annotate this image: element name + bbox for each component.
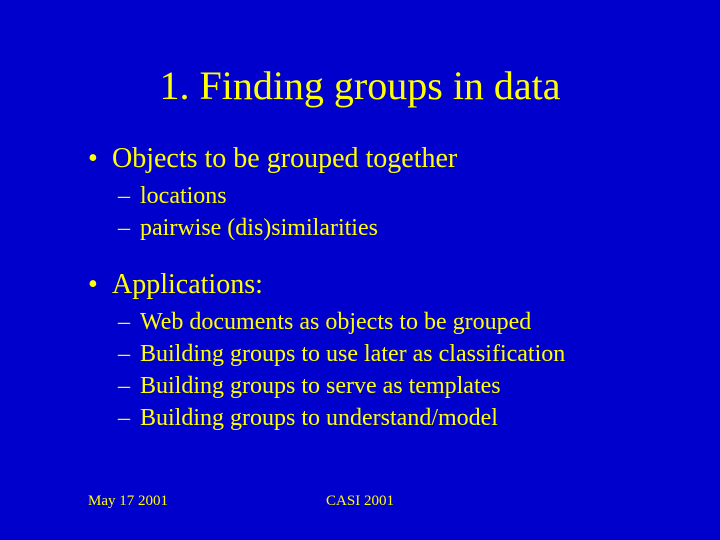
subbullet-text: pairwise (dis)similarities — [140, 215, 378, 241]
subbullet-templates: Building groups to serve as templates — [88, 371, 680, 401]
slide-title: 1. Finding groups in data — [0, 0, 720, 129]
bullet-text: Applications: — [112, 269, 263, 300]
slide: 1. Finding groups in data Objects to be … — [0, 0, 720, 540]
slide-body: Objects to be grouped together locations… — [0, 143, 720, 433]
subbullet-text: Building groups to understand/model — [140, 405, 498, 431]
subbullet-model: Building groups to understand/model — [88, 403, 680, 433]
bullet-applications: Applications: — [88, 269, 680, 301]
spacer — [88, 245, 680, 255]
subbullet-locations: locations — [88, 181, 680, 211]
subbullet-text: Building groups to use later as classifi… — [140, 341, 565, 367]
footer-event: CASI 2001 — [0, 493, 720, 510]
subbullet-webdocs: Web documents as objects to be grouped — [88, 307, 680, 337]
bullet-text: Objects to be grouped together — [112, 143, 457, 174]
subbullet-pairwise: pairwise (dis)similarities — [88, 213, 680, 243]
subbullet-text: locations — [140, 183, 227, 209]
subbullet-classification: Building groups to use later as classifi… — [88, 339, 680, 369]
subbullet-text: Building groups to serve as templates — [140, 373, 501, 399]
subbullet-text: Web documents as objects to be grouped — [140, 309, 531, 335]
bullet-objects: Objects to be grouped together — [88, 143, 680, 175]
